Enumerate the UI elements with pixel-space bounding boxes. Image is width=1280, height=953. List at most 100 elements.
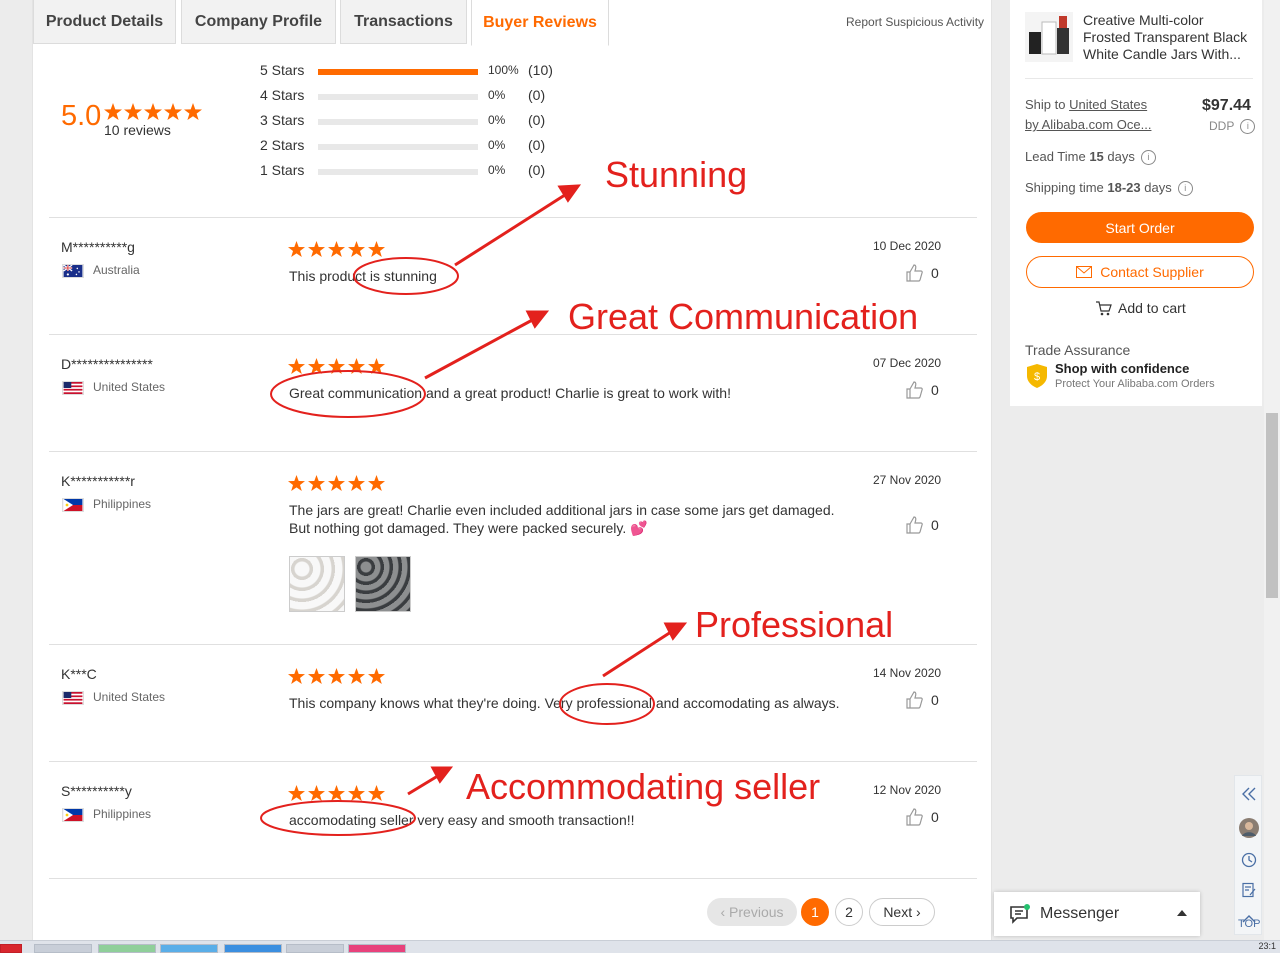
lead-time-unit: days [1103, 149, 1135, 164]
rating-level-label: 1 Stars [260, 162, 305, 178]
review-date: 10 Dec 2020 [873, 239, 942, 253]
star-icon [144, 103, 162, 120]
divider [49, 878, 977, 879]
product-title[interactable]: Creative Multi-color Frosted Transparent… [1083, 12, 1253, 63]
tab-company-profile[interactable]: Company Profile [181, 0, 336, 44]
review-stars [288, 241, 386, 264]
ship-to-country-link[interactable]: United States [1069, 97, 1147, 112]
like-button[interactable]: 0 [905, 691, 939, 709]
like-button[interactable]: 0 [905, 516, 939, 534]
shipping-time-value: 18-23 [1107, 180, 1141, 195]
contact-supplier-label: Contact Supplier [1100, 264, 1204, 280]
reviewer-name: K***********r [61, 473, 135, 489]
rating-bar-track [318, 169, 478, 175]
review-item: K***C United States 14 Nov 2020 This com… [49, 645, 977, 761]
review-stars [288, 668, 386, 691]
add-to-cart-button[interactable]: Add to cart [1096, 300, 1186, 316]
chevron-right-icon: › [912, 904, 921, 920]
rating-percent: 0% [488, 113, 506, 127]
info-icon[interactable]: i [1240, 119, 1256, 135]
tab-buyer-reviews[interactable]: Buyer Reviews [471, 0, 609, 46]
rating-bar-track [318, 119, 478, 125]
page-2-button[interactable]: 2 [835, 898, 863, 926]
total-price: $97.44 [1202, 97, 1251, 114]
annotation-professional: Professional [695, 604, 894, 645]
annotation-stunning: Stunning [605, 154, 748, 195]
rating-bar-track [318, 69, 478, 75]
reviewer-name: M**********g [61, 239, 135, 255]
product-thumbnail[interactable] [1025, 12, 1073, 62]
ship-to-line: Ship to United States [1025, 97, 1147, 112]
start-order-button[interactable]: Start Order [1026, 212, 1254, 243]
like-count: 0 [931, 382, 939, 398]
svg-text:$: $ [1034, 371, 1040, 383]
messenger-label: Messenger [1040, 905, 1120, 922]
review-stars [288, 358, 386, 381]
rating-level-label: 2 Stars [260, 137, 305, 153]
rating-bar-track [318, 144, 478, 150]
rating-percent: 100% [488, 63, 519, 77]
philippines-flag [62, 498, 84, 512]
trade-assurance-shield-icon: $ [1027, 364, 1047, 388]
star-icon [124, 103, 142, 120]
annotation-accommodating-seller: Accommodating seller [466, 766, 821, 807]
scrollbar-thumb[interactable] [1266, 413, 1278, 598]
rating-percent: 0% [488, 163, 506, 177]
caret-up-icon[interactable] [1177, 910, 1187, 916]
white-candle-jars-photo[interactable] [289, 556, 345, 612]
collapse-double-chevron-icon[interactable] [1235, 780, 1263, 808]
review-count: 10 reviews [104, 122, 171, 138]
rating-level-label: 4 Stars [260, 87, 305, 103]
info-icon[interactable]: i [1140, 150, 1156, 166]
reviewer-country: United States [93, 380, 166, 394]
annotation-great-communication: Great Communication [568, 296, 919, 337]
avatar[interactable] [1235, 814, 1263, 842]
chevron-left-icon: ‹ [720, 904, 730, 920]
page-1-button[interactable]: 1 [801, 898, 829, 926]
chat-icon [1010, 904, 1030, 924]
tab-product-details[interactable]: Product Details [33, 0, 176, 44]
like-count: 0 [931, 517, 939, 533]
rating-bar-fill [318, 69, 478, 75]
review-text: This product is stunning [289, 268, 437, 284]
review-item: D*************** United States 07 Dec 20… [49, 335, 977, 451]
review-date: 14 Nov 2020 [873, 666, 942, 680]
shipping-method-link[interactable]: by Alibaba.com Oce... [1025, 117, 1151, 132]
rating-count: (10) [528, 62, 553, 78]
previous-label: Previous [729, 904, 784, 920]
contact-supplier-button[interactable]: Contact Supplier [1026, 256, 1254, 288]
reviewer-name: D*************** [61, 356, 153, 372]
dark-candle-jars-photo[interactable] [355, 556, 411, 612]
like-button[interactable]: 0 [905, 808, 939, 826]
main-panel: Product Details Company Profile Transact… [32, 0, 992, 952]
review-text: The jars are great! Charlie even include… [289, 502, 835, 536]
floating-tool-rail [1234, 775, 1262, 935]
feedback-edit-icon[interactable] [1235, 876, 1263, 904]
info-icon[interactable]: i [1177, 181, 1193, 197]
tab-transactions[interactable]: Transactions [340, 0, 467, 44]
ship-by-line[interactable]: by Alibaba.com Oce... [1025, 117, 1151, 132]
review-date: 07 Dec 2020 [873, 356, 942, 370]
protect-orders-text: Protect Your Alibaba.com Orders [1055, 378, 1215, 390]
next-page-button[interactable]: Next › [869, 898, 935, 926]
rating-percent: 0% [488, 88, 506, 102]
reviewer-country: Australia [93, 263, 140, 277]
history-clock-icon[interactable] [1235, 846, 1263, 874]
review-text: This company knows what they're doing. V… [289, 695, 840, 711]
back-to-top-label[interactable]: TOP [1238, 918, 1260, 930]
like-count: 0 [931, 809, 939, 825]
review-text: accomodating seller very easy and smooth… [289, 812, 635, 828]
like-button[interactable]: 0 [905, 264, 939, 282]
os-taskbar: 23:1 [0, 940, 1280, 953]
lead-time: Lead Time 15 days i [1025, 149, 1156, 166]
previous-page-button[interactable]: ‹ Previous [707, 898, 797, 926]
like-button[interactable]: 0 [905, 381, 939, 399]
report-suspicious-activity-link[interactable]: Report Suspicious Activity [846, 15, 984, 29]
rating-percent: 0% [488, 138, 506, 152]
trade-assurance-title: Trade Assurance [1025, 342, 1131, 358]
us-flag [62, 381, 84, 395]
star-icon [184, 103, 202, 120]
messenger-widget[interactable]: Messenger [994, 892, 1200, 936]
review-stars [288, 785, 386, 808]
ship-to-label: Ship to [1025, 97, 1070, 112]
